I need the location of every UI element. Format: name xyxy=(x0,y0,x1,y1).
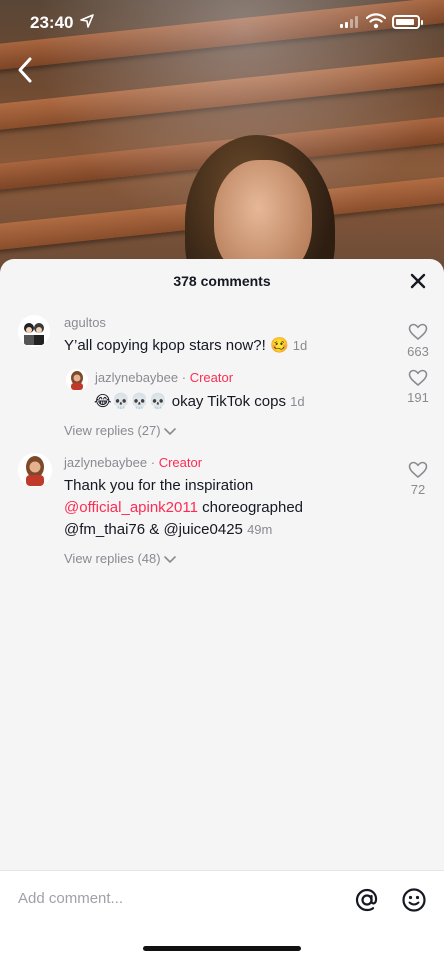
like-button[interactable]: 72 xyxy=(398,461,438,497)
heart-icon xyxy=(408,323,428,341)
emoji-icon[interactable] xyxy=(401,887,427,913)
comment-composer xyxy=(0,870,444,960)
creator-badge: Creator xyxy=(158,455,203,470)
close-icon[interactable] xyxy=(408,271,428,291)
avatar[interactable] xyxy=(18,453,52,487)
comment-text: Thank you for the inspiration @official_… xyxy=(64,477,304,538)
like-button[interactable]: 191 xyxy=(398,369,438,405)
view-replies-button[interactable]: View replies (48) xyxy=(64,551,177,566)
chevron-down-icon xyxy=(164,555,177,563)
reply-username[interactable]: jazlynebaybee · Creator xyxy=(95,370,233,385)
like-count: 191 xyxy=(407,390,429,405)
view-replies-button[interactable]: View replies (27) xyxy=(64,423,177,438)
heart-icon xyxy=(408,369,428,387)
home-indicator[interactable] xyxy=(143,946,301,951)
comments-sheet: 378 comments agultos Y’all copying kpop … xyxy=(0,259,444,960)
like-count: 72 xyxy=(410,482,426,497)
location-arrow-icon xyxy=(80,14,94,28)
at-icon[interactable] xyxy=(354,887,380,913)
wifi-icon xyxy=(366,13,386,29)
mention-link[interactable]: @official_apink2011 xyxy=(64,499,198,516)
avatar[interactable] xyxy=(18,315,50,347)
comment-time: 49m xyxy=(247,522,273,537)
status-time: 23:40 xyxy=(30,13,74,32)
chevron-down-icon xyxy=(164,427,177,435)
add-comment-input[interactable] xyxy=(18,887,318,909)
reply-time: 1d xyxy=(290,394,305,409)
comment-time: 1d xyxy=(292,338,308,353)
reply-text: 😂💀💀💀 okay TikTok cops 1d xyxy=(94,393,305,410)
comment-username[interactable]: jazlynebaybee · Creator xyxy=(64,455,202,470)
comments-count-title: 378 comments xyxy=(173,273,271,289)
comment-text: Y’all copying kpop stars now?! 🥴 1d xyxy=(64,337,308,354)
battery-icon xyxy=(392,15,423,29)
heart-icon xyxy=(408,461,428,479)
creator-badge: Creator xyxy=(189,370,234,385)
avatar[interactable] xyxy=(66,369,88,391)
comment-username[interactable]: agultos xyxy=(64,315,106,330)
like-count: 663 xyxy=(407,344,429,359)
signal-icon xyxy=(340,16,358,28)
back-chevron-icon[interactable] xyxy=(14,56,38,84)
like-button[interactable]: 663 xyxy=(398,323,438,359)
status-bar: 23:40 xyxy=(0,0,444,46)
